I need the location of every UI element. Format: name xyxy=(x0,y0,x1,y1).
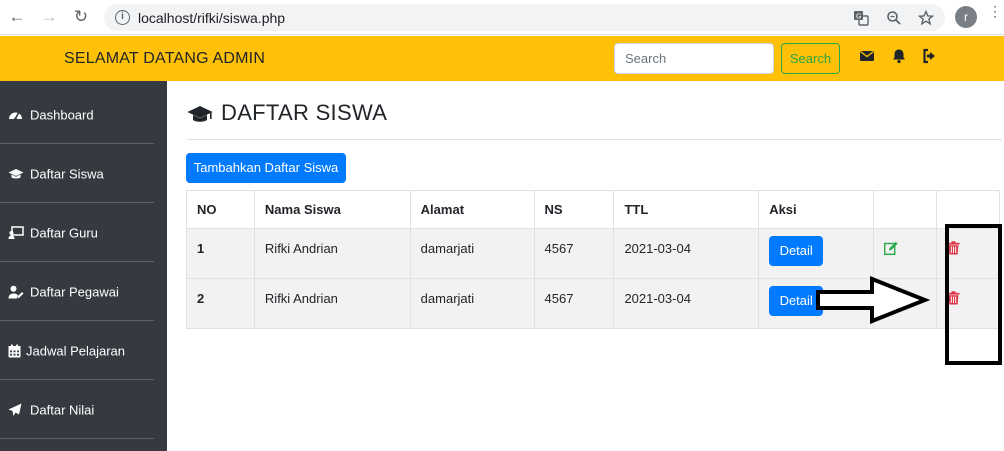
cell-alamat: damarjati xyxy=(409,228,535,279)
cell-detail: Detail xyxy=(758,228,875,279)
sidebar-item-daftar-nilai[interactable]: Daftar Nilai xyxy=(0,381,154,439)
back-icon[interactable]: ← xyxy=(8,8,26,26)
title-divider xyxy=(187,139,1002,140)
cell-ttl: 2021-03-04 xyxy=(613,278,760,329)
reload-icon[interactable]: ↻ xyxy=(72,8,90,26)
browser-toolbar: ← → ↻ i localhost/rifki/siswa.php G r ⋮ xyxy=(0,0,1004,35)
sidebar-item-label: Daftar Pegawai xyxy=(30,284,119,299)
search-input[interactable] xyxy=(614,43,774,74)
page-title-text: DAFTAR SISWA xyxy=(221,100,388,125)
sidebar-item-jadwal-pelajaran[interactable]: Jadwal Pelajaran xyxy=(0,322,154,380)
sidebar-item-daftar-pegawai[interactable]: Daftar Pegawai xyxy=(0,263,154,321)
sidebar-item-daftar-guru[interactable]: Daftar Guru xyxy=(0,204,154,262)
table-row: 1 Rifki Andrian damarjati 4567 2021-03-0… xyxy=(186,228,1000,279)
sidebar: Dashboard Daftar Siswa Daftar Guru Dafta… xyxy=(0,81,167,451)
calendar-icon xyxy=(8,344,23,358)
cell-nama: Rifki Andrian xyxy=(253,278,411,329)
cell-no: 2 xyxy=(186,278,255,329)
graduation-cap-icon xyxy=(187,104,213,124)
svg-text:G: G xyxy=(856,14,861,21)
sidebar-item-label: Dashboard xyxy=(30,107,94,122)
address-bar[interactable]: i localhost/rifki/siswa.php G xyxy=(104,4,945,31)
url-text: localhost/rifki/siswa.php xyxy=(138,10,286,26)
sidebar-item-dashboard[interactable]: Dashboard xyxy=(0,86,154,144)
chalkboard-teacher-icon xyxy=(8,225,24,240)
annotation-arrow xyxy=(816,276,930,324)
bookmark-star-icon[interactable] xyxy=(917,9,935,29)
annotation-highlight-box xyxy=(945,224,1002,365)
column-header xyxy=(873,190,937,229)
profile-avatar[interactable]: r xyxy=(955,6,977,28)
sidebar-item-label: Daftar Guru xyxy=(30,225,98,240)
graduation-cap-icon xyxy=(8,167,24,181)
translate-icon[interactable]: G xyxy=(853,10,869,29)
cell-nama: Rifki Andrian xyxy=(253,228,411,279)
table-header-row: NO Nama Siswa Alamat NS TTL Aksi xyxy=(186,190,1000,229)
column-header: Aksi xyxy=(758,190,875,229)
detail-button[interactable]: Detail xyxy=(769,236,824,266)
cell-alamat: damarjati xyxy=(409,278,535,329)
cell-ttl: 2021-03-04 xyxy=(613,228,760,279)
sign-out-icon[interactable] xyxy=(922,48,940,66)
top-navbar: SELAMAT DATANG ADMIN Search xyxy=(0,36,1004,81)
column-header: NS xyxy=(533,190,615,229)
column-header: Nama Siswa xyxy=(253,190,411,229)
tachometer-icon xyxy=(8,108,23,122)
sidebar-item-label: Daftar Siswa xyxy=(30,166,104,181)
column-header: TTL xyxy=(613,190,760,229)
cell-ns: 4567 xyxy=(533,278,615,329)
cell-edit xyxy=(873,228,937,279)
bell-icon[interactable] xyxy=(891,48,909,66)
zoom-icon[interactable] xyxy=(886,10,902,29)
user-edit-icon xyxy=(8,285,24,299)
cell-no: 1 xyxy=(186,228,255,279)
sidebar-item-label: Daftar Nilai xyxy=(30,402,95,417)
brand-title: SELAMAT DATANG ADMIN xyxy=(64,50,266,67)
column-header: Alamat xyxy=(409,190,535,229)
info-icon[interactable]: i xyxy=(115,10,130,25)
paper-plane-icon xyxy=(8,403,23,417)
envelope-icon[interactable] xyxy=(859,48,877,66)
add-student-button[interactable]: Tambahkan Daftar Siswa xyxy=(186,153,346,183)
cell-ns: 4567 xyxy=(533,228,615,279)
more-menu-icon[interactable]: ⋮ xyxy=(988,4,1002,18)
sidebar-item-daftar-siswa[interactable]: Daftar Siswa xyxy=(0,145,154,203)
edit-icon[interactable] xyxy=(884,241,898,256)
sidebar-item-label: Jadwal Pelajaran xyxy=(26,343,126,358)
column-header xyxy=(936,190,1000,229)
forward-icon[interactable]: → xyxy=(40,8,58,26)
search-button[interactable]: Search xyxy=(781,43,840,74)
column-header: NO xyxy=(186,190,255,229)
